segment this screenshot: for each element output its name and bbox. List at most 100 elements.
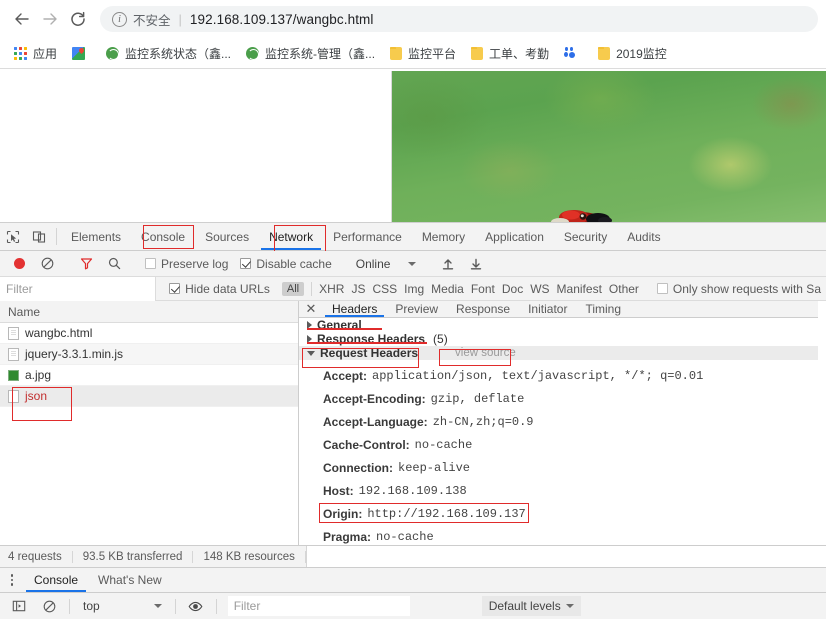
record-button[interactable] [6,258,32,269]
throttling-select[interactable]: Online [350,257,423,271]
filter-type-ws[interactable]: WS [530,282,549,296]
tab-label: Security [563,229,608,244]
inspect-element-icon[interactable] [0,223,26,250]
import-har-icon[interactable] [435,257,461,271]
disable-cache-checkbox[interactable]: Disable cache [235,254,336,274]
checkbox-box [240,258,252,269]
filter-icon[interactable] [73,257,99,270]
filter-type-css[interactable]: CSS [372,282,397,296]
bookmark-monitor-status[interactable]: 监控系统状态（鑫... [100,42,237,64]
live-expression-icon[interactable] [183,599,209,614]
tab-console[interactable]: Console [131,223,195,250]
filter-type-xhr[interactable]: XHR [319,282,344,296]
header-value: gzip, deflate [430,391,525,406]
address-bar[interactable]: i 不安全 | 192.168.109.137/wangbc.html [100,6,818,32]
filter-type-img[interactable]: Img [404,282,424,296]
tab-performance[interactable]: Performance [323,223,412,250]
tab-sources[interactable]: Sources [195,223,259,250]
drawer-tab-whats-new[interactable]: What's New [88,568,172,592]
tab-security[interactable]: Security [554,223,617,250]
filter-type-js[interactable]: JS [351,282,365,296]
bookmark-maps[interactable] [66,42,97,64]
console-sidebar-icon[interactable] [6,599,32,613]
tab-network[interactable]: Network [259,223,323,250]
detail-tab-initiator[interactable]: Initiator [519,301,576,317]
filter-type-doc[interactable]: Doc [502,282,523,296]
chevron-down-icon [408,261,417,266]
bookmark-monitor-platform[interactable]: 监控平台 [384,42,462,64]
network-filter-input[interactable]: Filter [0,276,157,301]
preserve-log-checkbox[interactable]: Preserve log [140,254,233,274]
network-body: Name wangbc.html jquery-3.3.1.min.js a.j… [0,301,826,545]
filter-type-manifest[interactable]: Manifest [557,282,602,296]
tab-label: Memory [421,229,466,244]
omnibox-divider: | [178,11,182,27]
filter-type-media[interactable]: Media [431,282,464,296]
export-har-icon[interactable] [463,257,489,271]
section-request-headers[interactable]: Request Headers view source [299,346,826,368]
hide-data-urls-checkbox[interactable]: Hide data URLs [164,279,275,299]
forward-button[interactable] [36,5,64,33]
request-list: Name wangbc.html jquery-3.3.1.min.js a.j… [0,301,299,545]
filter-type-font[interactable]: Font [471,282,495,296]
request-list-header[interactable]: Name [0,301,298,323]
detail-tab-timing[interactable]: Timing [576,301,630,317]
request-row-wangbc-html[interactable]: wangbc.html [0,323,298,344]
globe-icon [246,46,260,60]
execution-context-select[interactable]: top [77,599,168,613]
clear-console-icon[interactable] [36,600,62,613]
bookmark-workorder[interactable]: 工单、考勤 [465,42,555,64]
detail-tab-preview[interactable]: Preview [386,301,447,317]
detail-scrollbar[interactable] [818,301,826,545]
page-viewport [0,69,826,222]
detail-tab-headers[interactable]: Headers [323,301,386,317]
header-row-origin: Origin: http://192.168.109.137 [319,502,826,525]
tab-memory[interactable]: Memory [412,223,475,250]
status-spacer [305,546,826,567]
bookmark-apps[interactable]: 应用 [8,42,63,64]
bookmark-monitor-admin[interactable]: 监控系统-管理（鑫... [240,42,381,64]
blocked-cookies-checkbox[interactable]: Only show requests with Sa [652,279,826,299]
section-general[interactable]: General [299,318,826,332]
bookmark-2019-monitor[interactable]: 2019监控 [592,42,673,64]
levels-value: Default levels [488,599,561,613]
filter-type-other[interactable]: Other [609,282,639,296]
request-name: wangbc.html [25,326,93,340]
blank-document-icon [8,389,19,403]
search-icon[interactable] [101,257,127,270]
device-toolbar-icon[interactable] [26,223,52,250]
bookmark-baidu[interactable] [558,42,589,64]
request-row-a-jpg[interactable]: a.jpg [0,365,298,386]
bird-illustration [551,210,612,222]
drawer-tab-console[interactable]: Console [24,568,88,592]
folder-icon [471,46,484,60]
console-drawer: Console What's New top Filter Default le… [0,567,826,619]
url-text: 192.168.109.137/wangbc.html [189,11,374,27]
log-levels-select[interactable]: Default levels [481,596,581,616]
status-requests: 4 requests [0,550,73,563]
close-icon[interactable]: ✕ [299,301,323,317]
detail-tab-response[interactable]: Response [447,301,519,317]
request-row-json[interactable]: json [0,386,298,407]
request-row-jquery[interactable]: jquery-3.3.1.min.js [0,344,298,365]
back-button[interactable] [8,5,36,33]
detail-tabbar: ✕ Headers Preview Response Initiator Tim… [299,301,826,318]
toolbar-divider [69,598,70,614]
tab-audits[interactable]: Audits [617,223,670,250]
tab-application[interactable]: Application [475,223,554,250]
more-options-icon[interactable] [0,568,24,592]
view-source-link[interactable]: view source [455,347,516,359]
checkbox-box [169,283,181,294]
tab-label: Timing [585,302,622,316]
chevron-down-icon [565,604,574,608]
tab-elements[interactable]: Elements [61,223,131,250]
console-filter-input[interactable]: Filter [227,596,410,616]
tab-label: What's New [98,573,162,587]
filter-type-all[interactable]: All [281,281,305,296]
section-response-headers[interactable]: Response Headers (5) [299,332,826,346]
clear-button[interactable] [34,257,60,270]
reload-button[interactable] [64,5,92,33]
site-info-icon[interactable]: i [112,11,127,27]
devtools-panel: Elements Console Sources Network Perform… [0,222,826,567]
request-headers-list: Accept: application/json, text/javascrip… [299,360,826,548]
